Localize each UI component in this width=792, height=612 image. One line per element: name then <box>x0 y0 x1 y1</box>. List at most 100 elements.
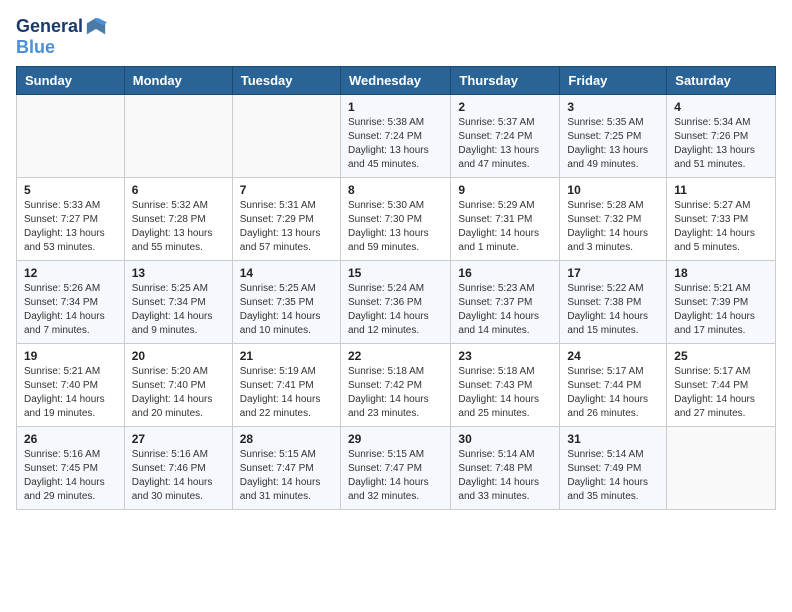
logo: General Blue <box>16 16 107 58</box>
day-number: 5 <box>24 183 117 197</box>
day-number: 8 <box>348 183 443 197</box>
day-info: Sunrise: 5:33 AMSunset: 7:27 PMDaylight:… <box>24 199 117 255</box>
logo-text: General <box>16 17 83 37</box>
calendar-cell: 21 Sunrise: 5:19 AMSunset: 7:41 PMDayligh… <box>232 343 340 426</box>
calendar-cell: 14Sunrise: 5:25 AMSunset: 7:35 PMDayligh… <box>232 260 340 343</box>
calendar-cell: 27Sunrise: 5:16 AMSunset: 7:46 PMDayligh… <box>124 426 232 509</box>
day-number: 29 <box>348 432 443 446</box>
day-info: Sunrise: 5:18 AMSunset: 7:42 PMDaylight:… <box>348 365 443 421</box>
calendar-cell: 11 Sunrise: 5:27 AMSunset: 7:33 PMDayligh… <box>667 177 776 260</box>
day-info: Sunrise: 5:18 AMSunset: 7:43 PMDaylight:… <box>458 365 552 421</box>
day-info: Sunrise: 5:15 AMSunset: 7:47 PMDaylight:… <box>348 448 443 504</box>
day-number: 30 <box>458 432 552 446</box>
calendar-cell: 3 Sunrise: 5:35 AMSunset: 7:25 PMDaylight… <box>560 94 667 177</box>
calendar-cell: 17Sunrise: 5:22 AMSunset: 7:38 PMDayligh… <box>560 260 667 343</box>
calendar-cell: 2 Sunrise: 5:37 AMSunset: 7:24 PMDaylight… <box>451 94 560 177</box>
header-monday: Monday <box>124 66 232 94</box>
calendar-week-1: 1Sunrise: 5:38 AMSunset: 7:24 PMDaylight… <box>17 94 776 177</box>
day-number: 2 <box>458 100 552 114</box>
calendar-cell <box>124 94 232 177</box>
calendar-week-2: 5 Sunrise: 5:33 AMSunset: 7:27 PMDaylight… <box>17 177 776 260</box>
day-info: Sunrise: 5:37 AMSunset: 7:24 PMDaylight:… <box>458 116 552 172</box>
calendar-week-3: 12 Sunrise: 5:26 AMSunset: 7:34 PMDayligh… <box>17 260 776 343</box>
day-number: 19 <box>24 349 117 363</box>
day-number: 17 <box>567 266 659 280</box>
day-number: 9 <box>458 183 552 197</box>
day-number: 7 <box>240 183 333 197</box>
day-number: 21 <box>240 349 333 363</box>
day-number: 31 <box>567 432 659 446</box>
day-info: Sunrise: 5:15 AMSunset: 7:47 PMDaylight:… <box>240 448 333 504</box>
header-tuesday: Tuesday <box>232 66 340 94</box>
day-number: 10 <box>567 183 659 197</box>
day-info: Sunrise: 5:19 AMSunset: 7:41 PMDaylight:… <box>240 365 333 421</box>
day-info: Sunrise: 5:31 AMSunset: 7:29 PMDaylight:… <box>240 199 333 255</box>
day-number: 12 <box>24 266 117 280</box>
calendar-cell: 24 Sunrise: 5:17 AMSunset: 7:44 PMDayligh… <box>560 343 667 426</box>
calendar-cell: 28 Sunrise: 5:15 AMSunset: 7:47 PMDayligh… <box>232 426 340 509</box>
day-number: 15 <box>348 266 443 280</box>
header-friday: Friday <box>560 66 667 94</box>
day-info: Sunrise: 5:23 AMSunset: 7:37 PMDaylight:… <box>458 282 552 338</box>
calendar-header-row: SundayMondayTuesdayWednesdayThursdayFrid… <box>17 66 776 94</box>
calendar-cell: 8 Sunrise: 5:30 AMSunset: 7:30 PMDaylight… <box>340 177 450 260</box>
day-number: 25 <box>674 349 768 363</box>
calendar-cell <box>667 426 776 509</box>
day-info: Sunrise: 5:14 AMSunset: 7:48 PMDaylight:… <box>458 448 552 504</box>
calendar-cell: 5 Sunrise: 5:33 AMSunset: 7:27 PMDaylight… <box>17 177 125 260</box>
day-number: 3 <box>567 100 659 114</box>
day-info: Sunrise: 5:14 AMSunset: 7:49 PMDaylight:… <box>567 448 659 504</box>
page-header: General Blue <box>16 16 776 58</box>
calendar-cell: 12 Sunrise: 5:26 AMSunset: 7:34 PMDayligh… <box>17 260 125 343</box>
day-number: 24 <box>567 349 659 363</box>
calendar-cell: 30 Sunrise: 5:14 AMSunset: 7:48 PMDayligh… <box>451 426 560 509</box>
day-number: 1 <box>348 100 443 114</box>
day-info: Sunrise: 5:20 AMSunset: 7:40 PMDaylight:… <box>132 365 225 421</box>
calendar-table: SundayMondayTuesdayWednesdayThursdayFrid… <box>16 66 776 510</box>
calendar-cell: 26Sunrise: 5:16 AMSunset: 7:45 PMDayligh… <box>17 426 125 509</box>
day-info: Sunrise: 5:21 AMSunset: 7:39 PMDaylight:… <box>674 282 768 338</box>
day-number: 22 <box>348 349 443 363</box>
day-info: Sunrise: 5:30 AMSunset: 7:30 PMDaylight:… <box>348 199 443 255</box>
day-info: Sunrise: 5:16 AMSunset: 7:45 PMDaylight:… <box>24 448 117 504</box>
header-sunday: Sunday <box>17 66 125 94</box>
calendar-cell <box>17 94 125 177</box>
logo-blue: Blue <box>16 38 107 58</box>
day-info: Sunrise: 5:32 AMSunset: 7:28 PMDaylight:… <box>132 199 225 255</box>
day-info: Sunrise: 5:17 AMSunset: 7:44 PMDaylight:… <box>567 365 659 421</box>
logo-icon <box>85 16 107 38</box>
day-info: Sunrise: 5:26 AMSunset: 7:34 PMDaylight:… <box>24 282 117 338</box>
header-saturday: Saturday <box>667 66 776 94</box>
day-number: 16 <box>458 266 552 280</box>
day-number: 23 <box>458 349 552 363</box>
day-number: 28 <box>240 432 333 446</box>
day-number: 27 <box>132 432 225 446</box>
calendar-cell: 13 Sunrise: 5:25 AMSunset: 7:34 PMDayligh… <box>124 260 232 343</box>
calendar-cell: 9Sunrise: 5:29 AMSunset: 7:31 PMDaylight… <box>451 177 560 260</box>
day-info: Sunrise: 5:17 AMSunset: 7:44 PMDaylight:… <box>674 365 768 421</box>
calendar-cell: 25 Sunrise: 5:17 AMSunset: 7:44 PMDayligh… <box>667 343 776 426</box>
day-number: 18 <box>674 266 768 280</box>
day-number: 20 <box>132 349 225 363</box>
day-info: Sunrise: 5:21 AMSunset: 7:40 PMDaylight:… <box>24 365 117 421</box>
day-info: Sunrise: 5:27 AMSunset: 7:33 PMDaylight:… <box>674 199 768 255</box>
day-number: 14 <box>240 266 333 280</box>
calendar-cell: 22 Sunrise: 5:18 AMSunset: 7:42 PMDayligh… <box>340 343 450 426</box>
day-number: 11 <box>674 183 768 197</box>
calendar-week-4: 19 Sunrise: 5:21 AMSunset: 7:40 PMDayligh… <box>17 343 776 426</box>
day-info: Sunrise: 5:35 AMSunset: 7:25 PMDaylight:… <box>567 116 659 172</box>
day-info: Sunrise: 5:34 AMSunset: 7:26 PMDaylight:… <box>674 116 768 172</box>
day-number: 13 <box>132 266 225 280</box>
day-info: Sunrise: 5:28 AMSunset: 7:32 PMDaylight:… <box>567 199 659 255</box>
calendar-cell: 10 Sunrise: 5:28 AMSunset: 7:32 PMDayligh… <box>560 177 667 260</box>
calendar-cell: 7 Sunrise: 5:31 AMSunset: 7:29 PMDaylight… <box>232 177 340 260</box>
calendar-cell: 1Sunrise: 5:38 AMSunset: 7:24 PMDaylight… <box>340 94 450 177</box>
day-info: Sunrise: 5:24 AMSunset: 7:36 PMDaylight:… <box>348 282 443 338</box>
calendar-cell <box>232 94 340 177</box>
calendar-cell: 18 Sunrise: 5:21 AMSunset: 7:39 PMDayligh… <box>667 260 776 343</box>
calendar-cell: 19 Sunrise: 5:21 AMSunset: 7:40 PMDayligh… <box>17 343 125 426</box>
calendar-week-5: 26Sunrise: 5:16 AMSunset: 7:45 PMDayligh… <box>17 426 776 509</box>
calendar-cell: 4Sunrise: 5:34 AMSunset: 7:26 PMDaylight… <box>667 94 776 177</box>
day-number: 6 <box>132 183 225 197</box>
day-info: Sunrise: 5:25 AMSunset: 7:34 PMDaylight:… <box>132 282 225 338</box>
